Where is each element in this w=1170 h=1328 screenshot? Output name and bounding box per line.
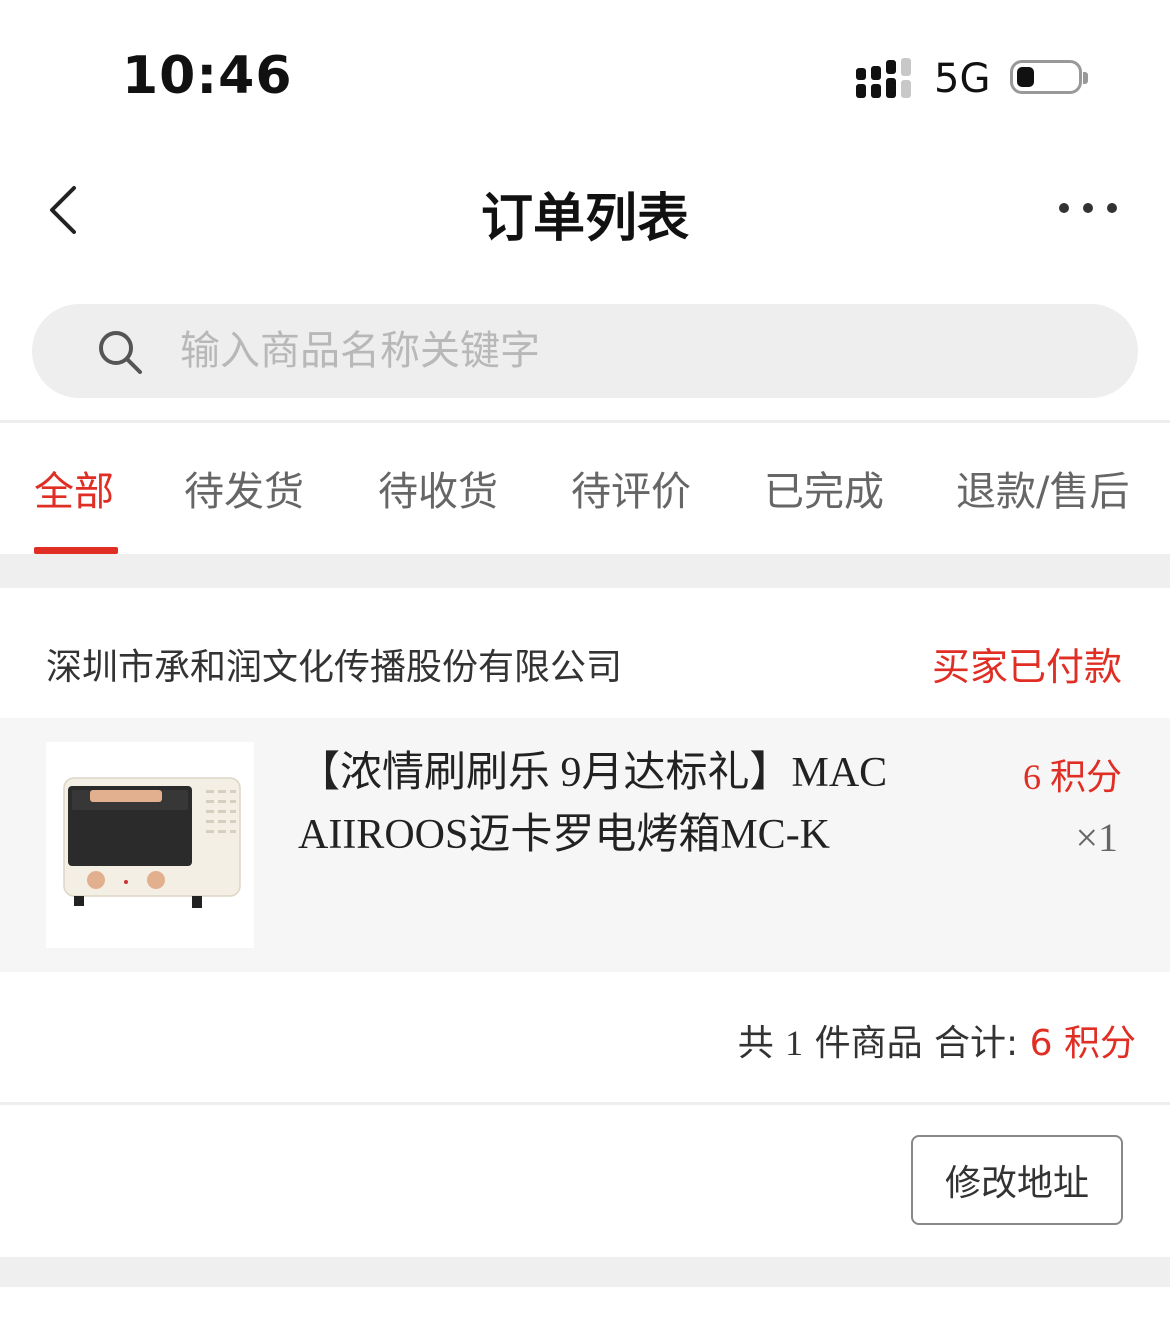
search-input[interactable]	[180, 320, 1080, 382]
active-tab-indicator	[34, 547, 118, 554]
section-gap	[0, 1257, 1170, 1287]
order-status-badge: 买家已付款	[931, 645, 1122, 689]
more-dots-icon	[1059, 203, 1117, 213]
total-amount: 6 积分	[1029, 1023, 1136, 1064]
product-price: 6 积分	[1022, 757, 1122, 797]
summary-label: 件商品 合计:	[814, 1023, 1019, 1064]
product-title: 【浓情刷刷乐 9月达标礼】MACAIIROOS迈卡罗电烤箱MC-K	[298, 750, 888, 858]
product-thumbnail	[46, 742, 254, 948]
order-item[interactable]: 【浓情刷刷乐 9月达标礼】MACAIIROOS迈卡罗电烤箱MC-K 6 积分 ×…	[0, 718, 1170, 972]
order-total: 共 1 件商品 合计: 6 积分	[738, 1014, 1136, 1066]
status-bar: 10:46 5G	[0, 0, 1170, 150]
summary-prefix: 共	[737, 1023, 774, 1064]
modify-address-button[interactable]: 修改地址	[911, 1135, 1123, 1225]
item-count: 1	[785, 1023, 804, 1063]
shop-name: 深圳市承和润文化传播股份有限公司	[46, 647, 623, 688]
tab-pending-shipment[interactable]: 待发货	[184, 459, 304, 517]
tab-pending-receipt[interactable]: 待收货	[378, 459, 498, 517]
battery-icon	[1010, 60, 1088, 94]
tab-completed[interactable]: 已完成	[764, 459, 884, 517]
search-bar[interactable]	[32, 304, 1138, 398]
order-actions: 修改地址	[0, 1105, 1170, 1257]
signal-bars-icon	[856, 58, 914, 98]
toaster-oven-image	[63, 777, 241, 908]
tab-pending-review[interactable]: 待评价	[571, 459, 691, 517]
network-label: 5G	[934, 56, 991, 102]
order-tabs: 全部 待发货 待收货 待评价 已完成 退款/售后	[0, 423, 1170, 554]
product-quantity: ×1	[1075, 815, 1118, 860]
tab-all[interactable]: 全部	[34, 459, 114, 517]
search-icon	[99, 331, 142, 374]
order-summary: 共 1 件商品 合计: 6 积分	[0, 972, 1170, 1102]
nav-bar: 订单列表	[0, 150, 1170, 270]
section-gap	[0, 554, 1170, 588]
order-header[interactable]: 深圳市承和润文化传播股份有限公司 买家已付款	[0, 588, 1170, 718]
page-title: 订单列表	[480, 189, 689, 249]
more-button[interactable]	[1050, 180, 1130, 240]
tab-refund-aftersale[interactable]: 退款/售后	[956, 459, 1129, 517]
status-time: 10:46	[122, 46, 293, 106]
next-order-placeholder	[0, 1287, 1170, 1328]
